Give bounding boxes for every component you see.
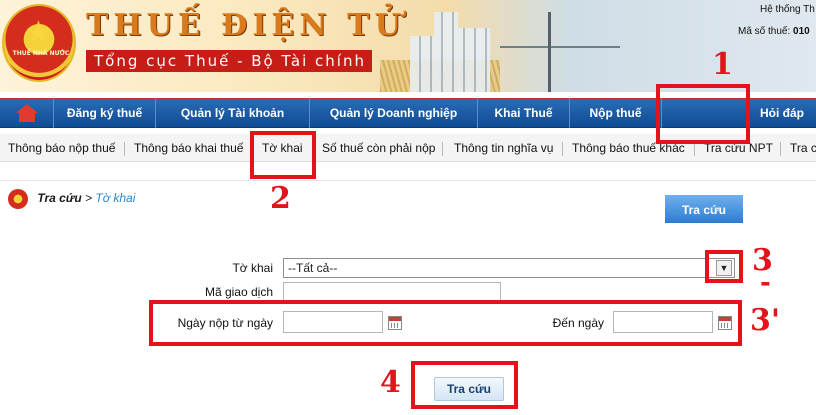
breadcrumb: Tra cứu > Tờ khai: [8, 188, 136, 209]
nav-nop-thue[interactable]: Nộp thuế: [570, 98, 662, 128]
annotation-box-3: [705, 250, 743, 283]
site-title: THUẾ ĐIỆN TỬ: [86, 8, 406, 43]
breadcrumb-separator: >: [85, 191, 93, 205]
annotation-number-1: 1: [712, 47, 733, 82]
subnav-thong-bao-khai-thue[interactable]: Thông báo khai thuế: [134, 134, 243, 162]
transaction-code-label: Mã giao dịch: [204, 285, 273, 299]
nav-quan-ly-tai-khoan[interactable]: Quản lý Tài khoản: [156, 98, 310, 128]
annotation-number-4: 4: [380, 365, 401, 400]
annotation-number-2: 2: [270, 181, 291, 216]
nav-tra-cuu[interactable]: Tra cứu: [664, 194, 744, 224]
header-banner: ★ THUẾ NHÀ NƯỚC THUẾ ĐIỆN TỬ Tổng cục Th…: [0, 0, 816, 92]
tax-code-info: Mã số thuế: 010: [738, 26, 810, 37]
seal-text: THUẾ NHÀ NƯỚC: [12, 50, 70, 57]
breadcrumb-parent[interactable]: Tra cứu: [37, 191, 81, 205]
subnav-thong-tin-nghia-vu[interactable]: Thông tin nghĩa vụ: [454, 134, 553, 162]
annotation-box-4: [411, 361, 518, 409]
home-button[interactable]: [0, 98, 54, 128]
site-subtitle: Tổng cục Thuế - Bộ Tài chính: [86, 50, 372, 72]
declaration-selected-value: --Tất cả--: [288, 261, 338, 275]
nav-dang-ky-thue[interactable]: Đăng ký thuế: [54, 98, 156, 128]
subnav-divider: [442, 142, 443, 156]
annotation-box-3b: [149, 300, 742, 346]
system-label: Hệ thống Th: [760, 4, 815, 15]
nav-quan-ly-doanh-nghiep[interactable]: Quản lý Doanh nghiệp: [310, 98, 478, 128]
declaration-label: Tờ khai: [232, 261, 273, 275]
divider: [0, 180, 816, 181]
tax-seal-logo: ★ THUẾ NHÀ NƯỚC: [2, 4, 76, 82]
annotation-box-2: [250, 131, 316, 179]
declaration-select[interactable]: --Tất cả-- ▼: [283, 258, 735, 278]
star-icon: ★: [25, 15, 52, 50]
nav-hoi-dap[interactable]: Hỏi đáp: [748, 98, 816, 128]
subnav-divider: [780, 142, 781, 156]
banner-bridge-image: [500, 12, 620, 92]
subnav-so-thue-con-phai-nop[interactable]: Số thuế còn phải nộp: [322, 134, 435, 162]
tax-code-label: Mã số thuế:: [738, 26, 791, 37]
breadcrumb-current: Tờ khai: [95, 191, 136, 205]
seal-icon: [8, 188, 28, 209]
annotation-box-1: [656, 84, 750, 144]
subnav-divider: [562, 142, 563, 156]
tax-code-value: 010: [793, 26, 810, 37]
subnav-thong-bao-nop-thue[interactable]: Thông báo nộp thuế: [8, 134, 115, 162]
home-icon: [16, 104, 38, 122]
annotation-number-3b: 3': [750, 303, 781, 338]
subnav-divider: [694, 142, 695, 156]
nav-khai-thue[interactable]: Khai Thuế: [478, 98, 570, 128]
subnav-tra-c[interactable]: Tra c: [790, 134, 816, 162]
banner-building-image: [410, 12, 490, 92]
annotation-dot: -: [760, 268, 771, 298]
subnav-divider: [124, 142, 125, 156]
